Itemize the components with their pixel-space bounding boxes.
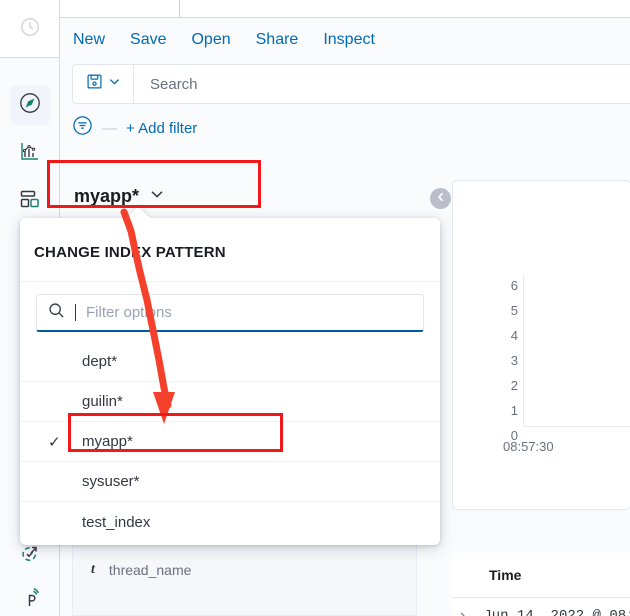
check-arrow-icon bbox=[18, 542, 42, 571]
chart-axis-vertical bbox=[523, 276, 524, 426]
nav-open-button[interactable]: Open bbox=[191, 31, 230, 49]
apm-signal-icon bbox=[18, 586, 42, 615]
screen-root: New Save Open Share Inspect Search — + A… bbox=[0, 0, 630, 616]
option-label: guilin* bbox=[82, 393, 123, 410]
table-header-divider bbox=[452, 597, 630, 598]
change-index-pattern-popover: CHANGE INDEX PATTERN Filter options dept… bbox=[20, 207, 440, 545]
search-icon bbox=[48, 302, 65, 324]
documents-table: Time › Jun 14, 2022 @ 08:57:3 bbox=[452, 553, 630, 616]
index-pattern-option-myapp[interactable]: ✓ myapp* bbox=[20, 422, 440, 462]
option-label: sysuser* bbox=[82, 473, 140, 490]
histogram-panel: 6 5 4 3 2 1 0 08:57:30 bbox=[452, 180, 630, 510]
chevron-down-icon bbox=[149, 186, 165, 207]
filter-funnel-icon[interactable] bbox=[72, 115, 93, 141]
index-pattern-option-dept[interactable]: dept* bbox=[20, 342, 440, 382]
saved-query-button[interactable] bbox=[73, 65, 134, 103]
nav-inspect-button[interactable]: Inspect bbox=[323, 31, 375, 49]
chart-axis-horizontal bbox=[523, 426, 630, 427]
y-tick: 6 bbox=[510, 278, 518, 293]
filter-options-input[interactable]: Filter options bbox=[36, 294, 424, 332]
field-type-string-icon: t bbox=[91, 562, 95, 577]
sidebar-item-visualize[interactable] bbox=[10, 133, 50, 173]
sidebar-item-dashboard[interactable] bbox=[10, 182, 50, 222]
field-name-label: thread_name bbox=[108, 562, 192, 578]
window-top-strip bbox=[60, 0, 630, 18]
bar-chart-icon bbox=[18, 139, 42, 168]
option-label: myapp* bbox=[82, 433, 133, 450]
index-pattern-button[interactable]: myapp* bbox=[74, 186, 165, 207]
index-pattern-option-test-index[interactable]: test_index bbox=[20, 502, 440, 542]
table-row[interactable]: › Jun 14, 2022 @ 08:57:3 bbox=[460, 607, 630, 616]
chevron-down-icon bbox=[108, 75, 121, 93]
field-item-thread-name[interactable]: t thread_name bbox=[91, 562, 191, 578]
filter-options-placeholder: Filter options bbox=[86, 304, 172, 321]
save-floppy-icon bbox=[86, 73, 103, 95]
column-header-time: Time bbox=[489, 567, 522, 583]
y-tick: 2 bbox=[510, 378, 518, 393]
popover-title: CHANGE INDEX PATTERN bbox=[34, 244, 226, 261]
search-input-placeholder: Search bbox=[150, 75, 198, 93]
chevron-right-icon[interactable]: › bbox=[460, 607, 465, 616]
dashboard-grid-icon bbox=[18, 188, 42, 217]
search-input[interactable]: Search bbox=[134, 65, 630, 103]
y-tick: 1 bbox=[510, 403, 518, 418]
index-pattern-option-guilin[interactable]: guilin* bbox=[20, 382, 440, 422]
nav-share-button[interactable]: Share bbox=[256, 31, 299, 49]
index-pattern-option-list: dept* guilin* ✓ myapp* sysuser* test_ind… bbox=[20, 342, 440, 542]
filter-separator-dash: — bbox=[102, 119, 117, 137]
clock-icon bbox=[19, 16, 41, 43]
chevron-left-icon bbox=[435, 190, 447, 208]
y-tick: 3 bbox=[510, 353, 518, 368]
index-pattern-label: myapp* bbox=[74, 186, 140, 206]
add-filter-button[interactable]: + Add filter bbox=[126, 120, 197, 137]
nav-new-button[interactable]: New bbox=[73, 31, 105, 49]
top-nav-menu: New Save Open Share Inspect bbox=[60, 18, 630, 62]
table-cell-time: Jun 14, 2022 @ 08:57:3 bbox=[483, 608, 630, 616]
sidebar-item-discover[interactable] bbox=[10, 85, 50, 125]
sidebar-item-apm[interactable] bbox=[10, 580, 50, 616]
popover-title-divider bbox=[20, 281, 440, 282]
x-tick: 08:57:30 bbox=[503, 439, 554, 454]
nav-save-button[interactable]: Save bbox=[130, 31, 166, 49]
filter-bar: — + Add filter bbox=[72, 113, 197, 143]
check-icon: ✓ bbox=[48, 433, 61, 451]
collapse-sidebar-button[interactable] bbox=[430, 188, 451, 209]
text-cursor bbox=[75, 304, 76, 321]
index-pattern-option-sysuser[interactable]: sysuser* bbox=[20, 462, 440, 502]
top-strip-divider bbox=[179, 0, 180, 18]
option-label: test_index bbox=[82, 513, 151, 531]
query-bar: Search bbox=[72, 64, 630, 104]
option-label: dept* bbox=[82, 353, 118, 370]
y-tick: 4 bbox=[510, 328, 518, 343]
popover-arrow bbox=[125, 207, 151, 219]
y-tick: 5 bbox=[510, 303, 518, 318]
sidebar-item-recently-viewed[interactable] bbox=[10, 9, 50, 49]
compass-icon bbox=[18, 91, 42, 120]
